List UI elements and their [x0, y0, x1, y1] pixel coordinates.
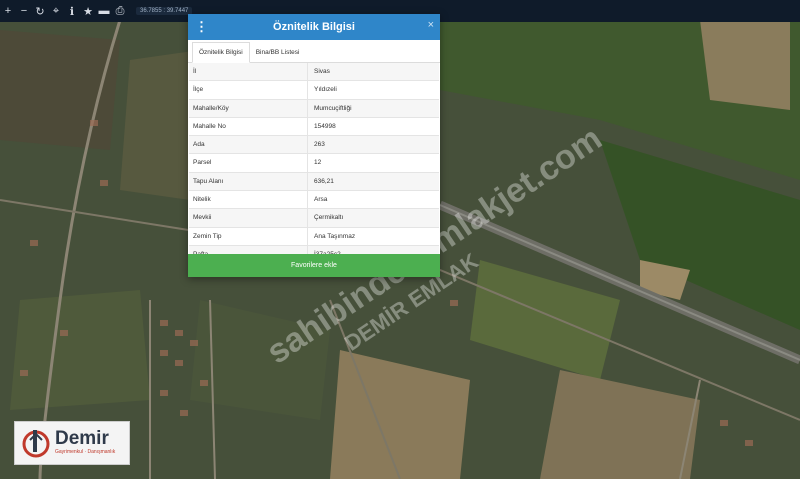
- table-row: Tapu Alanı 636,21: [189, 172, 439, 192]
- logo-subtitle: Gayrimenkul · Danışmanlık: [55, 449, 116, 455]
- attribute-value: 154998: [314, 122, 336, 130]
- table-row: Mahalle No 154998: [189, 117, 439, 137]
- table-row: Nitelik Arsa: [189, 191, 439, 210]
- attribute-key: Nitelik: [189, 191, 308, 209]
- zoom-in-icon[interactable]: +: [0, 2, 16, 20]
- table-row: Zemin Tip Ana Taşınmaz: [189, 227, 439, 246]
- table-row: İl Sivas: [189, 63, 439, 82]
- attribute-key: Ada: [189, 136, 308, 154]
- attribute-value: 12: [314, 159, 322, 167]
- attribute-key: Zemin Tip: [189, 227, 308, 245]
- dialog-title: Öznitelik Bilgisi: [273, 21, 355, 33]
- table-row: İlçe Yıldızeli: [189, 81, 439, 100]
- attribute-table: İl Sivas İlçe Yıldızeli Mahalle/Köy Mumcuçift…: [189, 63, 439, 265]
- table-row: Mevkii Çermikaltı: [189, 209, 439, 228]
- target-icon[interactable]: ⌖: [48, 2, 64, 20]
- logo-brand: Demir: [55, 428, 109, 449]
- attribute-info-dialog: ⋮ Öznitelik Bilgisi × Öznitelik Bilgisi …: [188, 14, 440, 277]
- attribute-value: Çermikaltı: [314, 214, 344, 222]
- dialog-header: ⋮ Öznitelik Bilgisi ×: [188, 14, 440, 40]
- attribute-value: Yıldızeli: [314, 86, 337, 94]
- tab-attribute-info[interactable]: Öznitelik Bilgisi: [192, 42, 250, 63]
- menu-kebab-icon[interactable]: ⋮: [195, 19, 208, 35]
- attribute-value: Sivas: [314, 68, 330, 75]
- attribute-key: Mevkii: [189, 209, 308, 227]
- table-row: Ada 263: [189, 136, 439, 155]
- attribute-value: Arsa: [314, 196, 328, 204]
- attribute-value: 263: [314, 141, 325, 149]
- attribute-key: İlçe: [189, 81, 308, 99]
- table-row: Mahalle/Köy Mumcuçiftliği: [189, 99, 439, 118]
- attribute-key: İl: [189, 63, 308, 81]
- attribute-key: Mahalle No: [189, 117, 308, 136]
- layers-icon[interactable]: ▬: [96, 2, 112, 20]
- coordinate-readout: 36.7855 : 39.7447: [136, 7, 193, 15]
- star-icon[interactable]: ★: [80, 2, 96, 20]
- zoom-out-icon[interactable]: −: [16, 2, 32, 20]
- info-icon[interactable]: ℹ: [64, 2, 80, 20]
- attribute-key: Mahalle/Köy: [189, 99, 308, 117]
- attribute-value: 636,21: [314, 177, 334, 185]
- company-logo: Demir Gayrimenkul · Danışmanlık: [14, 421, 130, 465]
- attribute-value: Mumcuçiftliği: [314, 104, 352, 112]
- attribute-key: Parsel: [189, 154, 308, 172]
- add-to-favorites-button[interactable]: Favorilere ekle: [188, 254, 440, 277]
- logo-mark-icon: [21, 428, 51, 458]
- close-icon[interactable]: ×: [428, 19, 434, 31]
- table-row: Parsel 12: [189, 154, 439, 173]
- attribute-key: Tapu Alanı: [189, 172, 308, 191]
- print-icon[interactable]: ⎙: [112, 2, 128, 20]
- tab-building-list[interactable]: Bina/BB Listesi: [250, 43, 306, 62]
- refresh-icon[interactable]: ↻: [32, 2, 48, 20]
- dialog-tabs: Öznitelik Bilgisi Bina/BB Listesi: [188, 40, 440, 63]
- attribute-value: Ana Taşınmaz: [314, 232, 356, 240]
